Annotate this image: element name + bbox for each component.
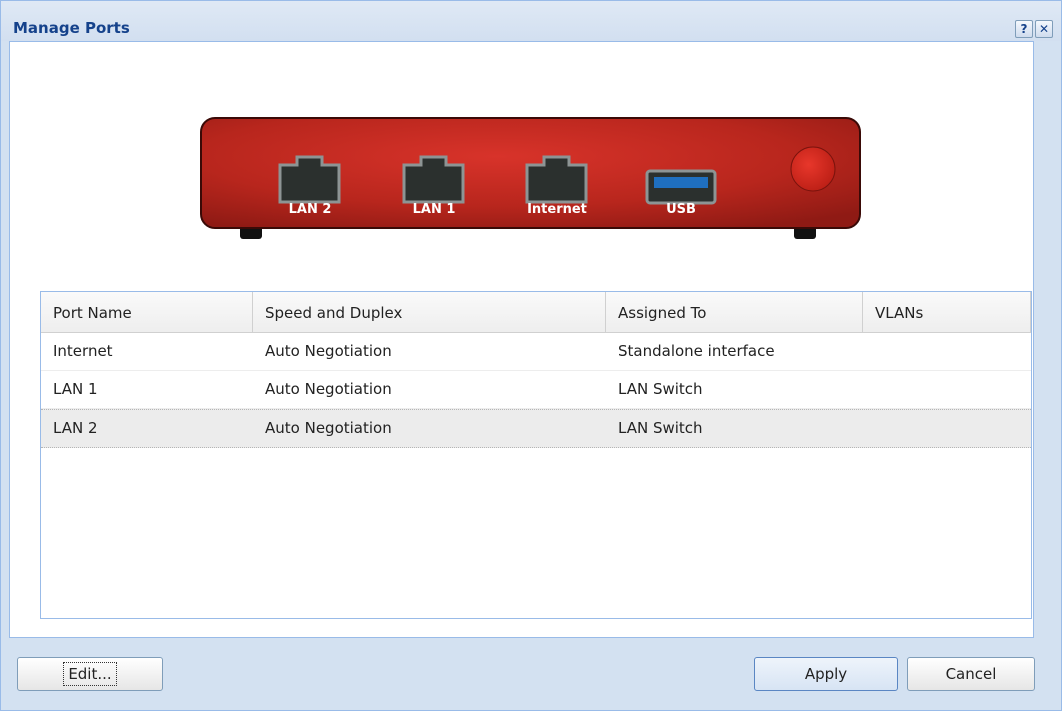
port-lan2-icon [278,155,341,204]
port-label-internet: Internet [527,202,587,217]
cell-vlans [863,371,875,408]
apply-button-label: Apply [804,665,848,683]
cell-vlans [863,333,875,370]
device-front-panel: LAN 2 LAN 1 Internet USB [200,117,862,245]
port-lan1-icon [402,155,465,204]
help-icon[interactable]: ? [1015,20,1033,38]
edit-button[interactable]: Edit... [17,657,163,691]
cancel-button[interactable]: Cancel [907,657,1035,691]
cell-speed-duplex: Auto Negotiation [265,342,392,360]
column-header-speed-duplex[interactable]: Speed and Duplex [253,292,606,332]
table-row[interactable]: LAN 1 Auto Negotiation LAN Switch [41,371,1031,409]
table-row-selected[interactable]: LAN 2 Auto Negotiation LAN Switch [41,409,1031,448]
port-usb-icon [645,169,717,205]
column-header-vlans[interactable]: VLANs [863,292,1031,332]
close-icon[interactable]: ✕ [1035,20,1053,38]
power-button [790,146,836,192]
cell-assigned-to: LAN Switch [618,419,703,437]
column-header-assigned-to[interactable]: Assigned To [606,292,863,332]
port-label-lan2: LAN 2 [288,202,332,217]
table-row[interactable]: Internet Auto Negotiation Standalone int… [41,333,1031,371]
port-label-usb: USB [666,202,696,217]
cell-speed-duplex: Auto Negotiation [265,380,392,398]
cell-speed-duplex: Auto Negotiation [265,419,392,437]
cell-port-name: Internet [53,342,113,360]
column-header-port-name[interactable]: Port Name [41,292,253,332]
dialog-title: Manage Ports [13,19,130,37]
dialog-body: LAN 2 LAN 1 Internet USB Port Name Speed… [9,41,1034,638]
cell-port-name: LAN 2 [53,419,98,437]
port-label-lan1: LAN 1 [412,202,456,217]
cell-assigned-to: LAN Switch [618,380,703,398]
dialog-titlebar[interactable]: Manage Ports ? ✕ [1,1,1061,41]
edit-button-label: Edit... [63,662,117,686]
device-illustration [200,117,861,239]
ports-grid: Port Name Speed and Duplex Assigned To V… [40,291,1032,619]
cell-assigned-to: Standalone interface [618,342,775,360]
cell-port-name: LAN 1 [53,380,98,398]
apply-button[interactable]: Apply [754,657,898,691]
cancel-button-label: Cancel [945,665,997,683]
port-internet-icon [525,155,588,204]
grid-header: Port Name Speed and Duplex Assigned To V… [41,292,1031,333]
manage-ports-dialog: Manage Ports ? ✕ LAN 2 LAN 1 Internet US… [0,0,1062,711]
cell-vlans [863,410,875,447]
